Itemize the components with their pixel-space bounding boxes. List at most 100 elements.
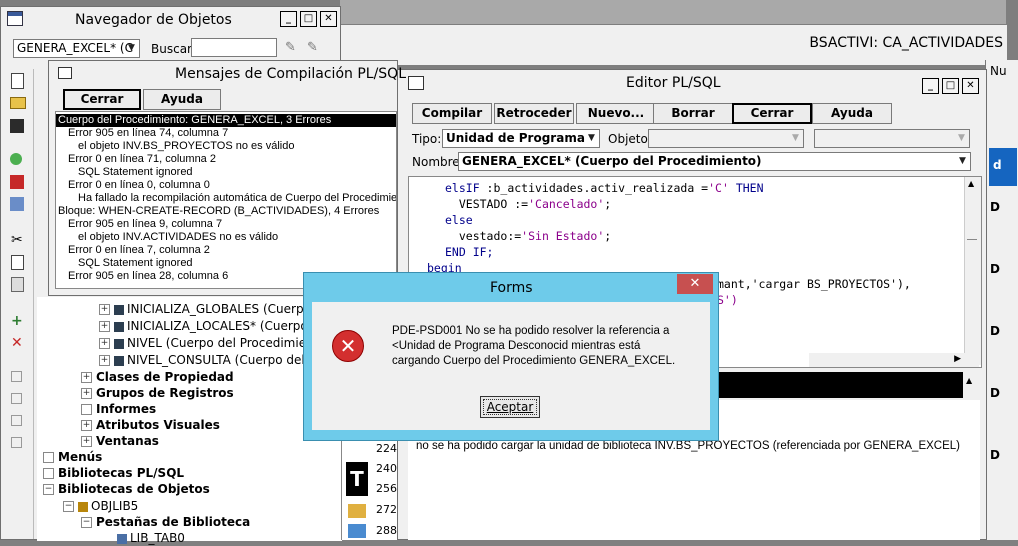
right-d-label: D [990,448,1000,462]
tree-item[interactable]: − Pestañas de Biblioteca [81,514,250,530]
message-line[interactable]: Error 0 en línea 0, columna 0 [68,179,210,192]
tree-item[interactable]: LIB_TAB0 [117,530,185,546]
expand-icon[interactable]: + [81,436,92,447]
copy-icon[interactable] [11,255,24,270]
expand-icon[interactable]: + [99,304,110,315]
maximize-button[interactable]: □ [942,78,959,94]
scroll-right-icon[interactable]: ▶ [954,354,961,364]
close-button[interactable]: ✕ [320,11,337,27]
image-tool-icon[interactable] [348,524,366,538]
tree-item[interactable]: + INICIALIZA_GLOBALES (Cuerpo d [99,301,322,317]
object-select[interactable]: ▼ [648,129,804,148]
tree-item[interactable]: Informes [81,401,156,417]
expand-icon[interactable]: + [99,355,110,366]
message-line[interactable]: Ha fallado la recompilación automática d… [78,192,396,205]
collapse-icon[interactable]: − [81,517,92,528]
new-button[interactable]: Nuevo... [576,103,656,124]
help-button[interactable]: Ayuda [812,103,892,124]
expand-icon[interactable] [11,371,22,382]
tree-item[interactable]: + Grupos de Registros [81,385,234,401]
compile-button[interactable]: Compilar [412,103,492,124]
tree-item[interactable]: + INICIALIZA_LOCALES* (Cuerpo d [99,318,319,334]
flashlight-icon[interactable]: ✎ [307,40,327,56]
tree-item[interactable]: + Ventanas [81,433,159,449]
tree-item[interactable]: + Clases de Propiedad [81,369,234,385]
message-line[interactable]: SQL Statement ignored [78,257,193,270]
tree-item[interactable]: + NIVEL (Cuerpo del Procedimient [99,335,318,351]
expand-all-icon[interactable] [11,415,22,426]
tree-item[interactable]: Bibliotecas PL/SQL [43,465,184,481]
name-select[interactable]: GENERA_EXCEL* (Cuerpo del Procedimiento)… [458,152,971,171]
line-number: 288 [376,524,397,537]
tree-item-label: INICIALIZA_GLOBALES (Cuerpo d [127,302,323,316]
search-input[interactable] [191,38,277,57]
message-line[interactable]: Error 905 en línea 74, columna 7 [68,127,228,140]
scroll-up-icon[interactable]: ▲ [966,376,972,385]
help-button[interactable]: Ayuda [143,89,221,110]
message-line[interactable]: Error 0 en línea 7, columna 2 [68,244,210,257]
delete-icon[interactable]: ✕ [11,335,29,351]
run-icon[interactable] [10,175,24,189]
code-keyword: elsIF [445,181,480,195]
image-tool-icon[interactable] [348,504,366,518]
module-select[interactable]: GENERA_EXCEL* (C ▼ [13,39,140,58]
scroll-up-icon[interactable]: ▲ [968,179,974,188]
dialog-close-button[interactable]: ✕ [677,274,713,294]
close-button[interactable]: ✕ [962,78,979,94]
scroll-thumb[interactable] [967,233,977,240]
connect-icon[interactable] [10,153,22,165]
module-select-value: GENERA_EXCEL* (C [17,41,133,55]
expand-icon[interactable]: + [99,321,110,332]
tree-item[interactable]: + Atributos Visuales [81,417,220,433]
back-button[interactable]: Retroceder [494,103,574,124]
vertical-scrollbar[interactable]: ▲ [964,177,981,365]
tree-item-label: Bibliotecas PL/SQL [58,466,185,480]
editor-title-bar[interactable]: Editor PL/SQL _ □ ✕ [398,70,986,96]
type-select[interactable]: Unidad de Programa ▼ [442,129,600,148]
tree-item[interactable]: − OBJLIB5 [63,498,138,514]
compilation-title-bar[interactable]: Mensajes de Compilación PL/SQL [49,61,406,87]
tree-item-label: Menús [58,450,103,464]
open-icon[interactable] [10,97,26,109]
ok-button[interactable]: Aceptar [480,396,540,418]
expand-icon[interactable]: + [99,338,110,349]
new-icon[interactable] [11,73,24,89]
flashlight-icon[interactable]: ✎ [285,40,305,56]
create-icon[interactable]: + [11,313,29,329]
delete-button[interactable]: Borrar [653,103,733,124]
message-line[interactable]: SQL Statement ignored [78,166,193,179]
close-button[interactable]: Cerrar [63,89,141,110]
message-line[interactable]: Error 905 en línea 9, columna 7 [68,218,222,231]
debug-icon[interactable] [10,197,24,211]
message-line[interactable]: el objeto INV.BS_PROYECTOS no es válido [78,140,294,153]
paste-icon[interactable] [11,277,24,292]
collapse-icon[interactable]: − [63,501,74,512]
right-blue-tab[interactable]: d [989,148,1017,186]
expand-icon[interactable]: + [81,372,92,383]
collapse-icon[interactable]: − [43,484,54,495]
message-line[interactable]: Bloque: WHEN-CREATE-RECORD (B_ACTIVIDADE… [58,205,379,218]
horizontal-scrollbar[interactable]: ▶ [809,353,979,367]
tree-item[interactable]: + NIVEL_CONSULTA (Cuerpo del P [99,352,316,368]
object-select-2[interactable]: ▼ [814,129,970,148]
tree-item-label: Pestañas de Biblioteca [96,515,251,529]
message-line[interactable]: Cuerpo del Procedimiento: GENERA_EXCEL, … [58,114,331,127]
navigator-title-bar[interactable]: Navegador de Objetos _ □ ✕ [1,7,340,33]
minimize-button[interactable]: _ [280,11,297,27]
close-editor-button[interactable]: Cerrar [732,103,812,124]
tree-item[interactable]: − Bibliotecas de Objetos [43,481,210,497]
tree-item[interactable]: Menús [43,449,102,465]
save-icon[interactable] [10,119,24,133]
expand-icon[interactable]: + [81,388,92,399]
expand-icon[interactable]: + [81,420,92,431]
collapse-all-icon[interactable] [11,437,22,448]
message-line[interactable]: el objeto INV.ACTIVIDADES no es válido [78,231,278,244]
message-line[interactable]: Error 905 en línea 28, columna 6 [68,270,228,283]
text-tool-icon[interactable]: T [346,462,368,496]
maximize-button[interactable]: □ [300,11,317,27]
messages-list[interactable]: Cuerpo del Procedimiento: GENERA_EXCEL, … [55,111,397,289]
cut-icon[interactable]: ✂ [11,232,29,248]
minimize-button[interactable]: _ [922,78,939,94]
collapse-icon[interactable] [11,393,22,404]
message-line[interactable]: Error 0 en línea 71, columna 2 [68,153,216,166]
